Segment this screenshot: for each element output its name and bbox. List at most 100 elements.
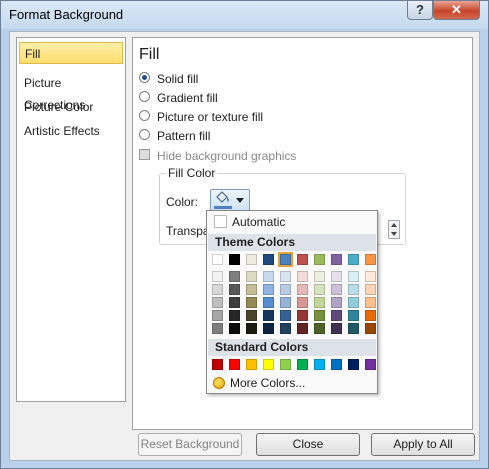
theme-shade-swatch[interactable]: [246, 297, 257, 308]
title-bar[interactable]: Format Background ? ✕: [1, 1, 488, 29]
theme-shade-swatch[interactable]: [246, 310, 257, 321]
theme-shade-swatch[interactable]: [212, 323, 223, 334]
theme-shade-swatch[interactable]: [263, 271, 274, 282]
theme-shade-swatch[interactable]: [297, 297, 308, 308]
theme-color-swatch[interactable]: [314, 254, 325, 265]
color-label: Color:: [166, 195, 199, 209]
automatic-label: Automatic: [232, 215, 286, 229]
theme-shade-swatch[interactable]: [297, 310, 308, 321]
theme-shade-swatch[interactable]: [229, 323, 240, 334]
theme-shade-swatch[interactable]: [365, 297, 376, 308]
theme-shade-swatch[interactable]: [297, 323, 308, 334]
theme-shade-swatch[interactable]: [263, 297, 274, 308]
theme-shade-swatch[interactable]: [280, 297, 291, 308]
theme-shade-swatch[interactable]: [331, 271, 342, 282]
theme-color-swatch[interactable]: [229, 254, 240, 265]
theme-shade-swatch[interactable]: [365, 284, 376, 295]
theme-shade-swatch[interactable]: [246, 271, 257, 282]
pattern-fill-radio[interactable]: [139, 129, 150, 140]
theme-color-swatch[interactable]: [365, 254, 376, 265]
format-background-dialog: Format Background ? ✕ Fill Picture Corre…: [0, 0, 489, 469]
automatic-color-item[interactable]: Automatic: [208, 212, 376, 232]
theme-shade-swatch[interactable]: [280, 284, 291, 295]
theme-shade-swatch[interactable]: [348, 271, 359, 282]
theme-shade-swatch[interactable]: [314, 323, 325, 334]
standard-color-swatch[interactable]: [365, 359, 376, 370]
chevron-down-icon: [236, 198, 244, 203]
theme-shade-swatch[interactable]: [246, 284, 257, 295]
theme-shade-swatch[interactable]: [280, 310, 291, 321]
standard-color-swatch[interactable]: [314, 359, 325, 370]
theme-shade-swatch[interactable]: [348, 297, 359, 308]
theme-shade-swatch[interactable]: [314, 310, 325, 321]
close-button[interactable]: Close: [256, 433, 360, 456]
theme-shade-swatch[interactable]: [297, 271, 308, 282]
theme-shade-swatch[interactable]: [314, 297, 325, 308]
theme-shade-swatch[interactable]: [229, 310, 240, 321]
theme-shade-swatch[interactable]: [331, 297, 342, 308]
hide-background-graphics-label: Hide background graphics: [157, 149, 297, 163]
theme-color-swatch[interactable]: [331, 254, 342, 265]
nav-item-picture-color[interactable]: Picture Color: [19, 96, 123, 118]
picture-texture-fill-radio[interactable]: [139, 110, 150, 121]
theme-color-swatch[interactable]: [212, 254, 223, 265]
theme-shade-swatch[interactable]: [348, 323, 359, 334]
theme-shade-swatch[interactable]: [212, 271, 223, 282]
theme-shade-swatch[interactable]: [263, 323, 274, 334]
transparency-spinner[interactable]: [388, 220, 400, 239]
standard-color-swatch[interactable]: [280, 359, 291, 370]
gradient-fill-radio[interactable]: [139, 91, 150, 102]
theme-shade-swatch[interactable]: [314, 271, 325, 282]
theme-color-swatch[interactable]: [348, 254, 359, 265]
solid-fill-radio[interactable]: [139, 72, 150, 83]
theme-shade-swatch[interactable]: [365, 310, 376, 321]
theme-color-swatch[interactable]: [297, 254, 308, 265]
category-list: Fill Picture Corrections Picture Color A…: [16, 37, 126, 402]
panel-title: Fill: [139, 46, 160, 63]
nav-item-artistic-effects[interactable]: Artistic Effects: [19, 120, 123, 142]
paint-bucket-icon: [216, 191, 229, 203]
standard-color-swatch[interactable]: [263, 359, 274, 370]
standard-color-swatch[interactable]: [297, 359, 308, 370]
hide-background-graphics-checkbox[interactable]: [139, 149, 150, 160]
standard-color-swatch[interactable]: [212, 359, 223, 370]
theme-shade-swatch[interactable]: [280, 271, 291, 282]
theme-shade-swatch[interactable]: [229, 297, 240, 308]
theme-shade-swatch[interactable]: [212, 284, 223, 295]
theme-shade-swatch[interactable]: [280, 323, 291, 334]
more-colors-label: More Colors...: [230, 376, 306, 390]
nav-item-picture-corrections[interactable]: Picture Corrections: [19, 72, 123, 112]
theme-shade-swatch[interactable]: [331, 323, 342, 334]
theme-shade-swatch[interactable]: [212, 310, 223, 321]
theme-shade-swatch[interactable]: [246, 323, 257, 334]
theme-shade-swatch[interactable]: [212, 297, 223, 308]
gradient-fill-label: Gradient fill: [157, 91, 218, 105]
close-window-button[interactable]: ✕: [433, 1, 480, 20]
standard-color-swatch[interactable]: [246, 359, 257, 370]
apply-to-all-button[interactable]: Apply to All: [371, 433, 475, 456]
theme-shade-swatch[interactable]: [229, 271, 240, 282]
theme-shade-swatch[interactable]: [331, 284, 342, 295]
theme-color-swatch[interactable]: [246, 254, 257, 265]
standard-color-swatch[interactable]: [331, 359, 342, 370]
standard-color-swatch[interactable]: [229, 359, 240, 370]
theme-shade-swatch[interactable]: [314, 284, 325, 295]
reset-background-button[interactable]: Reset Background: [138, 433, 242, 456]
color-picker-button[interactable]: [210, 189, 250, 211]
theme-shade-swatch[interactable]: [263, 310, 274, 321]
theme-shade-swatch[interactable]: [331, 310, 342, 321]
theme-color-swatch[interactable]: [278, 252, 293, 267]
theme-shade-swatch[interactable]: [229, 284, 240, 295]
color-dropdown: Automatic Theme Colors Standard Colors M…: [206, 210, 378, 394]
theme-shade-swatch[interactable]: [297, 284, 308, 295]
standard-color-swatch[interactable]: [348, 359, 359, 370]
theme-color-swatch[interactable]: [263, 254, 274, 265]
theme-shade-swatch[interactable]: [365, 271, 376, 282]
help-button[interactable]: ?: [407, 1, 433, 20]
nav-item-fill[interactable]: Fill: [19, 42, 123, 64]
theme-shade-swatch[interactable]: [348, 284, 359, 295]
theme-shade-swatch[interactable]: [348, 310, 359, 321]
dialog-title: Format Background: [9, 7, 124, 22]
theme-shade-swatch[interactable]: [263, 284, 274, 295]
theme-shade-swatch[interactable]: [365, 323, 376, 334]
